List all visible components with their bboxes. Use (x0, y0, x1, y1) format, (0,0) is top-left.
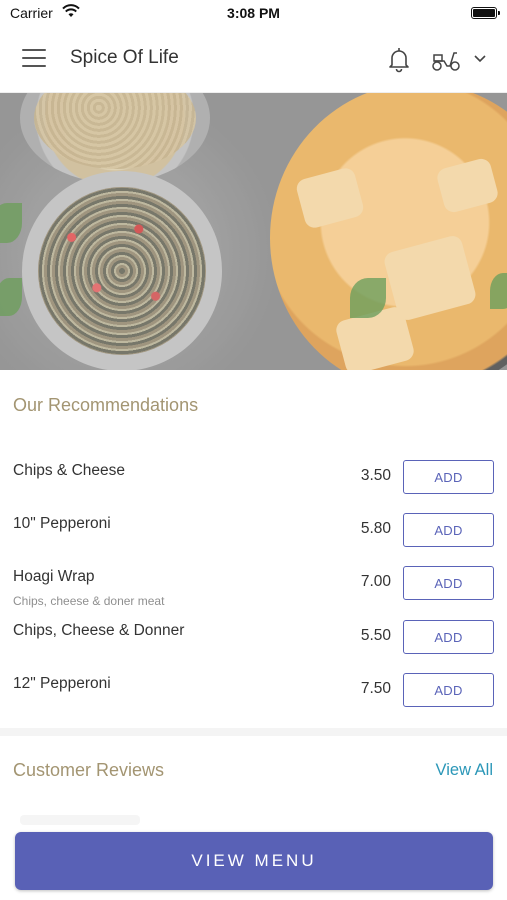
scooter-icon[interactable] (430, 47, 462, 73)
add-button[interactable]: ADD (403, 566, 494, 600)
add-button[interactable]: ADD (403, 620, 494, 654)
list-item: Chips, Cheese & Donner 5.50 ADD (0, 610, 507, 660)
restaurant-title: Spice Of Life (70, 47, 179, 68)
item-price: 5.50 (360, 627, 391, 644)
item-name: 10" Pepperoni (13, 515, 111, 532)
status-bar: Carrier 3:08 PM (0, 0, 507, 28)
item-price: 7.00 (360, 573, 391, 590)
bell-icon[interactable] (384, 44, 414, 74)
view-menu-button[interactable]: VIEW MENU (15, 832, 493, 890)
item-description: Chips, cheese & doner meat (13, 594, 165, 608)
hero-food-image (0, 93, 507, 370)
item-price: 3.50 (360, 467, 391, 484)
clock: 3:08 PM (227, 5, 280, 21)
add-button[interactable]: ADD (403, 513, 494, 547)
view-all-link[interactable]: View All (436, 761, 493, 780)
review-placeholder (20, 815, 140, 825)
item-name: Hoagi Wrap (13, 568, 95, 585)
list-item: 12" Pepperoni 7.50 ADD (0, 663, 507, 713)
item-price: 5.80 (360, 520, 391, 537)
list-item: Chips & Cheese 3.50 ADD (0, 450, 507, 500)
add-button[interactable]: ADD (403, 673, 494, 707)
hamburger-menu-icon[interactable] (22, 48, 48, 70)
customer-reviews-title: Customer Reviews (13, 760, 165, 780)
list-item: 10" Pepperoni 5.80 ADD (0, 503, 507, 553)
list-item: Hoagi Wrap Chips, cheese & doner meat 7.… (0, 556, 507, 608)
recommendations-title: Our Recommendations (13, 395, 199, 415)
item-name: Chips & Cheese (13, 462, 126, 479)
item-name: Chips, Cheese & Donner (13, 622, 185, 639)
app-header: Spice Of Life (0, 28, 507, 93)
item-name: 12" Pepperoni (13, 675, 111, 692)
add-button[interactable]: ADD (403, 460, 494, 494)
battery-icon (471, 7, 500, 19)
chevron-down-icon[interactable] (472, 52, 488, 66)
item-price: 7.50 (360, 680, 391, 697)
section-divider (0, 728, 507, 736)
